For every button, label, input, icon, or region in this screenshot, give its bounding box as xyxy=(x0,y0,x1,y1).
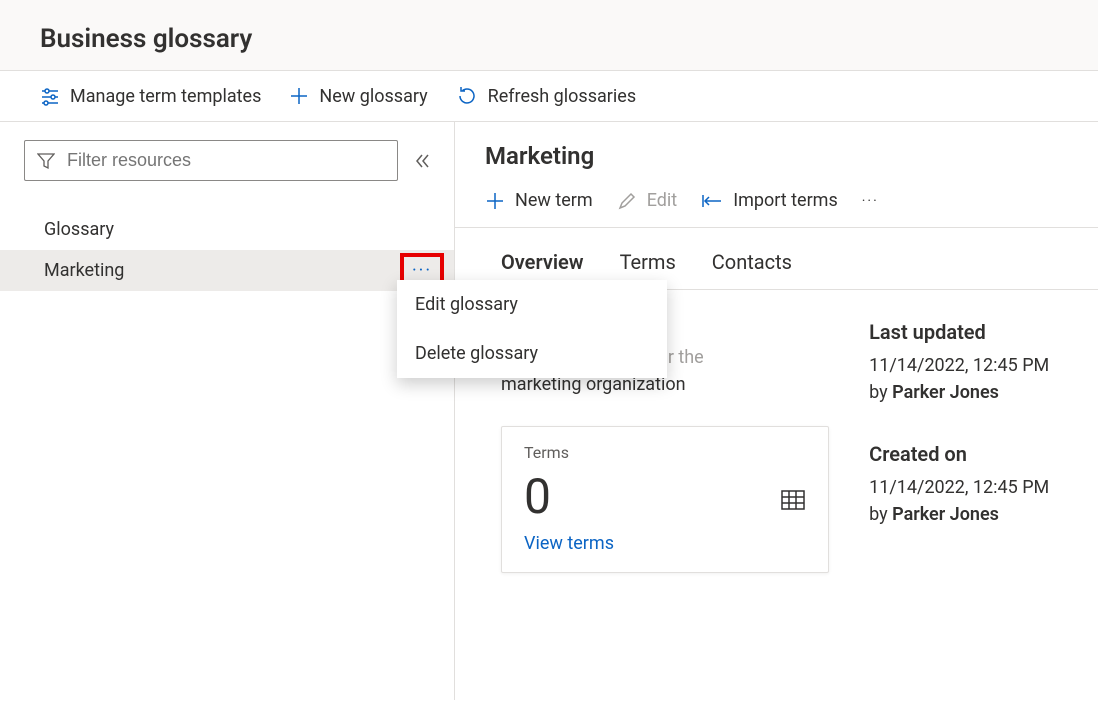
new-glossary-label: New glossary xyxy=(319,86,427,107)
filter-input-wrapper[interactable] xyxy=(24,140,398,181)
row-more-button[interactable]: ··· xyxy=(412,262,432,280)
tab-contacts[interactable]: Contacts xyxy=(712,250,792,289)
terms-card-label: Terms xyxy=(524,443,806,462)
sidebar-top xyxy=(0,122,454,199)
context-menu-edit[interactable]: Edit glossary xyxy=(397,280,667,329)
refresh-icon xyxy=(456,85,478,107)
filter-icon xyxy=(37,152,55,170)
detail-toolbar-more-button[interactable]: ··· xyxy=(862,193,879,209)
table-icon xyxy=(780,487,806,513)
tree-item-label: Marketing xyxy=(44,260,124,281)
edit-button: Edit xyxy=(617,190,677,211)
last-updated-label: Last updated xyxy=(869,320,1068,344)
refresh-glossaries-button[interactable]: Refresh glossaries xyxy=(456,85,636,107)
last-updated-block: Last updated 11/14/2022, 12:45 PM by Par… xyxy=(869,320,1068,406)
collapse-sidebar-button[interactable] xyxy=(414,153,430,169)
import-terms-label: Import terms xyxy=(733,190,838,211)
detail-header: Marketing xyxy=(455,122,1098,174)
view-terms-link[interactable]: View terms xyxy=(524,533,806,554)
created-on-label: Created on xyxy=(869,442,1068,466)
pencil-icon xyxy=(617,191,637,211)
page-title: Business glossary xyxy=(40,24,1058,54)
new-term-button[interactable]: New term xyxy=(485,190,593,211)
detail-toolbar: New term Edit Import terms ··· xyxy=(455,174,1098,228)
detail-pane: Marketing New term Edit xyxy=(455,122,1098,700)
filter-resources-input[interactable] xyxy=(65,149,385,172)
import-icon xyxy=(701,193,723,209)
context-menu-delete[interactable]: Delete glossary xyxy=(397,329,667,378)
plus-icon xyxy=(289,86,309,106)
terms-card-count: 0 xyxy=(524,468,806,525)
import-terms-button[interactable]: Import terms xyxy=(701,190,838,211)
edit-label: Edit xyxy=(647,190,677,211)
detail-title: Marketing xyxy=(485,142,1068,170)
plus-icon xyxy=(485,191,505,211)
sliders-icon xyxy=(40,86,60,106)
page-header: Business glossary xyxy=(0,0,1098,71)
glossary-tree: Glossary Marketing ··· xyxy=(0,199,454,291)
new-glossary-button[interactable]: New glossary xyxy=(289,86,427,107)
sidebar: Glossary Marketing ··· Edit glossary Del… xyxy=(0,122,455,700)
context-menu: Edit glossary Delete glossary xyxy=(397,280,667,378)
last-updated-value: 11/14/2022, 12:45 PM by Parker Jones xyxy=(869,352,1068,406)
top-toolbar: Manage term templates New glossary Refre… xyxy=(0,71,1098,122)
tree-item-marketing[interactable]: Marketing ··· xyxy=(0,250,454,291)
manage-templates-label: Manage term templates xyxy=(70,86,261,107)
new-term-label: New term xyxy=(515,190,593,211)
manage-templates-button[interactable]: Manage term templates xyxy=(40,86,261,107)
tree-item-glossary[interactable]: Glossary xyxy=(0,209,454,250)
created-on-block: Created on 11/14/2022, 12:45 PM by Parke… xyxy=(869,442,1068,528)
main-layout: Glossary Marketing ··· Edit glossary Del… xyxy=(0,122,1098,700)
terms-card: Terms 0 View terms xyxy=(501,426,829,573)
created-on-value: 11/14/2022, 12:45 PM by Parker Jones xyxy=(869,474,1068,528)
detail-right-column: Last updated 11/14/2022, 12:45 PM by Par… xyxy=(869,320,1068,573)
refresh-glossaries-label: Refresh glossaries xyxy=(488,86,636,107)
